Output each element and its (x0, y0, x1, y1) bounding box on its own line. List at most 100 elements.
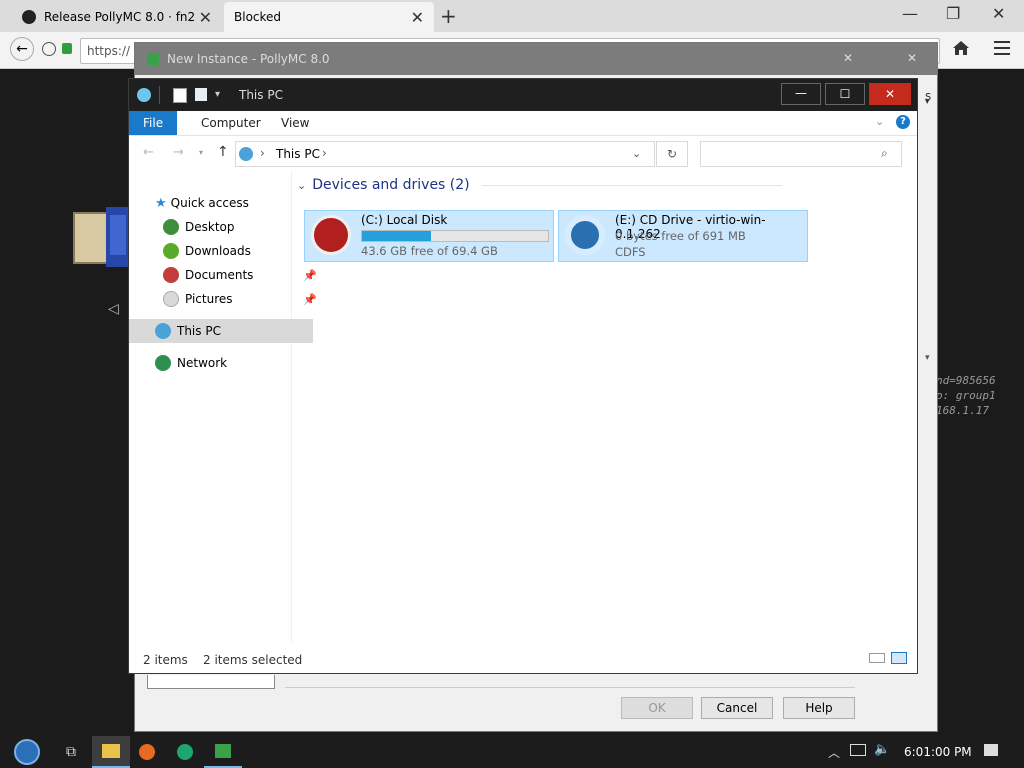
pollymc-divider (285, 677, 855, 688)
explorer-maximize-button[interactable]: ☐ (825, 83, 865, 105)
drive-tile-e[interactable]: (E:) CD Drive - virtio-win-0.1.262 0 byt… (558, 210, 808, 262)
cd-drive-icon (565, 215, 605, 255)
new-tab-button[interactable]: + (440, 4, 457, 28)
drive-detail: 0 bytes free of 691 MB (615, 229, 746, 243)
documents-icon (163, 267, 179, 283)
pollymc-titlebar: New Instance - PollyMC 8.0 ✕ ✕ (135, 43, 937, 75)
minecraft-icon[interactable] (204, 736, 242, 768)
clock[interactable]: 6:01:00 PM (904, 745, 972, 759)
drive-tile-c[interactable]: (C:) Local Disk 43.6 GB free of 69.4 GB (304, 210, 554, 262)
up-arrow-icon[interactable]: ↑ (217, 144, 229, 160)
start-orb-icon[interactable] (8, 736, 46, 768)
file-explorer-icon[interactable] (92, 736, 130, 768)
ok-button[interactable]: OK (621, 697, 693, 719)
browser-tab-blocked[interactable]: Blocked ✕ (224, 2, 434, 32)
drive-usage-bar (361, 230, 549, 242)
new-folder-icon[interactable] (195, 88, 207, 101)
action-center-icon[interactable] (984, 744, 998, 756)
nav-item-network[interactable]: Network (129, 351, 315, 375)
help-button[interactable]: Help (783, 697, 855, 719)
nav-label: Network (177, 356, 228, 370)
group-divider (481, 184, 782, 186)
explorer-title: This PC (239, 88, 283, 102)
item-count: 2 items (143, 653, 188, 667)
nav-label: Documents (185, 268, 254, 282)
group-header-label: Devices and drives (2) (312, 177, 470, 193)
desktop-icon (163, 219, 179, 235)
tab-computer[interactable]: Computer (187, 111, 275, 135)
back-arrow-icon[interactable]: ← (143, 145, 154, 160)
log-line: nd=985656 (936, 374, 996, 387)
nav-label: Downloads (185, 244, 251, 258)
status-bar: 2 items 2 items selected (129, 643, 917, 673)
pixel-arrow-icon: ◁ (108, 301, 119, 317)
address-dropdown-icon[interactable]: ⌄ (632, 147, 641, 160)
search-input[interactable]: ⌕ (700, 141, 902, 167)
refresh-button[interactable]: ↻ (656, 141, 688, 167)
nav-label: Pictures (185, 292, 233, 306)
log-line: o: group1 (936, 389, 996, 402)
expand-ribbon-icon[interactable]: ⌄ (875, 115, 884, 128)
explorer-close-button[interactable]: ✕ (869, 83, 911, 105)
selection-count: 2 items selected (203, 653, 303, 667)
cancel-button[interactable]: Cancel (701, 697, 773, 719)
volume-icon[interactable]: 🔈 (874, 742, 890, 757)
recent-locations-icon[interactable]: ▾ (199, 148, 203, 157)
file-explorer-window: ▾ This PC — ☐ ✕ File Computer View ⌄ ? ←… (128, 78, 918, 674)
tab-close-icon[interactable]: ✕ (199, 8, 212, 27)
pollymc-close-icon-secondary[interactable]: ✕ (907, 51, 917, 65)
pollymc-close-icon[interactable]: ✕ (843, 51, 853, 65)
this-pc-icon (155, 323, 171, 339)
breadcrumb-chevron[interactable]: › (260, 146, 265, 160)
large-icons-view-icon[interactable] (891, 652, 907, 664)
back-button[interactable]: ← (10, 37, 34, 61)
tab-view[interactable]: View (267, 111, 323, 135)
explorer-minimize-button[interactable]: — (781, 83, 821, 105)
browser-close-button[interactable]: ✕ (992, 4, 1005, 23)
pollymc-app-icon (147, 53, 159, 65)
browser-tab-release[interactable]: Release PollyMC 8.0 · fn200 ✕ (12, 2, 222, 32)
forward-arrow-icon[interactable]: → (173, 145, 184, 160)
network-icon (155, 355, 171, 371)
tab-title: Blocked (234, 10, 282, 24)
tab-close-icon[interactable]: ✕ (411, 8, 424, 27)
browser-restore-button[interactable]: ❐ (946, 4, 960, 23)
edge-icon[interactable] (166, 736, 204, 768)
star-icon: ★ (155, 195, 167, 211)
menu-icon[interactable] (994, 41, 1010, 55)
collapse-chevron-icon[interactable]: ⌄ (297, 179, 306, 192)
pollymc-scroll-down-icon[interactable]: ▾ (925, 97, 930, 107)
address-bar[interactable]: › This PC › ⌄ (235, 141, 655, 167)
nav-item-this-pc[interactable]: This PC (129, 319, 313, 343)
search-icon: ⌕ (881, 146, 888, 160)
drive-detail: 43.6 GB free of 69.4 GB (361, 244, 498, 258)
this-pc-icon (137, 88, 151, 102)
hard-disk-icon (311, 215, 351, 255)
browser-minimize-button[interactable]: — (902, 4, 918, 23)
pollymc-scroll-down-icon[interactable]: ▾ (925, 353, 930, 363)
tab-file[interactable]: File (129, 111, 178, 135)
downloads-icon (163, 243, 179, 259)
breadcrumb-chevron[interactable]: › (322, 146, 327, 160)
qat-dropdown-icon[interactable]: ▾ (215, 89, 220, 100)
help-icon[interactable]: ? (896, 115, 910, 129)
info-icon[interactable] (42, 42, 56, 56)
firefox-icon[interactable] (128, 736, 166, 768)
computer-illustration-icon (72, 197, 132, 297)
task-view-icon[interactable]: ⧉ (52, 736, 90, 768)
home-icon[interactable] (952, 40, 970, 56)
pollymc-title: New Instance - PollyMC 8.0 (167, 52, 330, 66)
group-header-devices[interactable]: ⌄ Devices and drives (2) (297, 177, 782, 193)
taskbar: ⧉ ︿ 🔈 6:01:00 PM (0, 736, 1024, 768)
nav-label: This PC (177, 324, 221, 338)
nav-item-quick-access[interactable]: ★ Quick access (129, 191, 315, 215)
network-tray-icon[interactable] (850, 744, 866, 756)
properties-icon[interactable] (173, 88, 187, 103)
navigation-pane: ★ Quick access Desktop 📌 Downloads 📌 Doc… (129, 171, 317, 643)
breadcrumb-this-pc[interactable]: This PC (276, 147, 320, 161)
content-pane: ⌄ Devices and drives (2) (C:) Local Disk… (293, 171, 915, 643)
details-view-icon[interactable] (869, 653, 885, 663)
pollymc-list-edge (147, 675, 275, 689)
show-hidden-icons-icon[interactable]: ︿ (828, 744, 840, 761)
url-text: https:// (87, 44, 131, 58)
